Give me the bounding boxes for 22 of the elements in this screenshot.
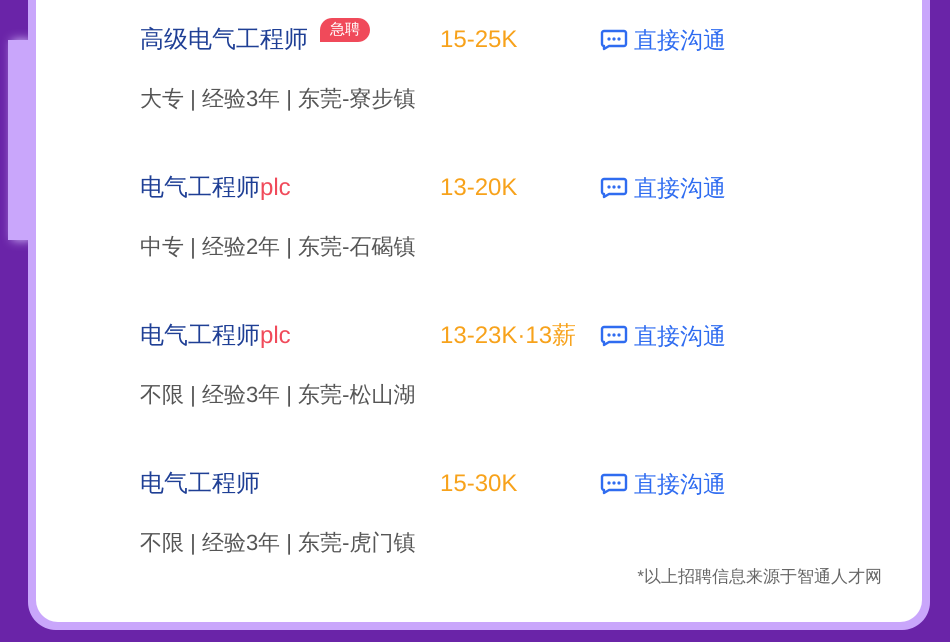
- salary: 13-20K: [440, 173, 518, 203]
- chat-button[interactable]: 直接沟通: [600, 318, 726, 354]
- chat-icon: [600, 473, 628, 495]
- job-meta: 不限 | 经验3年 | 东莞-虎门镇: [140, 529, 416, 557]
- source-note: *以上招聘信息来源于智通人才网: [637, 566, 882, 588]
- urgent-badge: 急聘: [320, 18, 370, 42]
- chat-icon: [600, 325, 628, 347]
- salary: 13-23K·13薪: [440, 321, 578, 351]
- job-title[interactable]: 电气工程师plc: [140, 318, 291, 354]
- chat-button[interactable]: 直接沟通: [600, 170, 726, 206]
- chat-button[interactable]: 直接沟通: [600, 22, 726, 58]
- job-title[interactable]: 高级电气工程师: [140, 22, 308, 58]
- job-title[interactable]: 电气工程师: [140, 466, 260, 502]
- job-title[interactable]: 电气工程师plc: [140, 170, 291, 206]
- job-meta: 大专 | 经验3年 | 东莞-寮步镇: [140, 85, 416, 113]
- chat-icon: [600, 29, 628, 51]
- salary: 15-25K: [440, 25, 518, 55]
- job-meta: 不限 | 经验3年 | 东莞-松山湖: [140, 381, 416, 409]
- salary: 15-30K: [440, 469, 518, 499]
- chat-icon: [600, 177, 628, 199]
- chat-button[interactable]: 直接沟通: [600, 466, 726, 502]
- job-meta: 中专 | 经验2年 | 东莞-石碣镇: [140, 233, 416, 261]
